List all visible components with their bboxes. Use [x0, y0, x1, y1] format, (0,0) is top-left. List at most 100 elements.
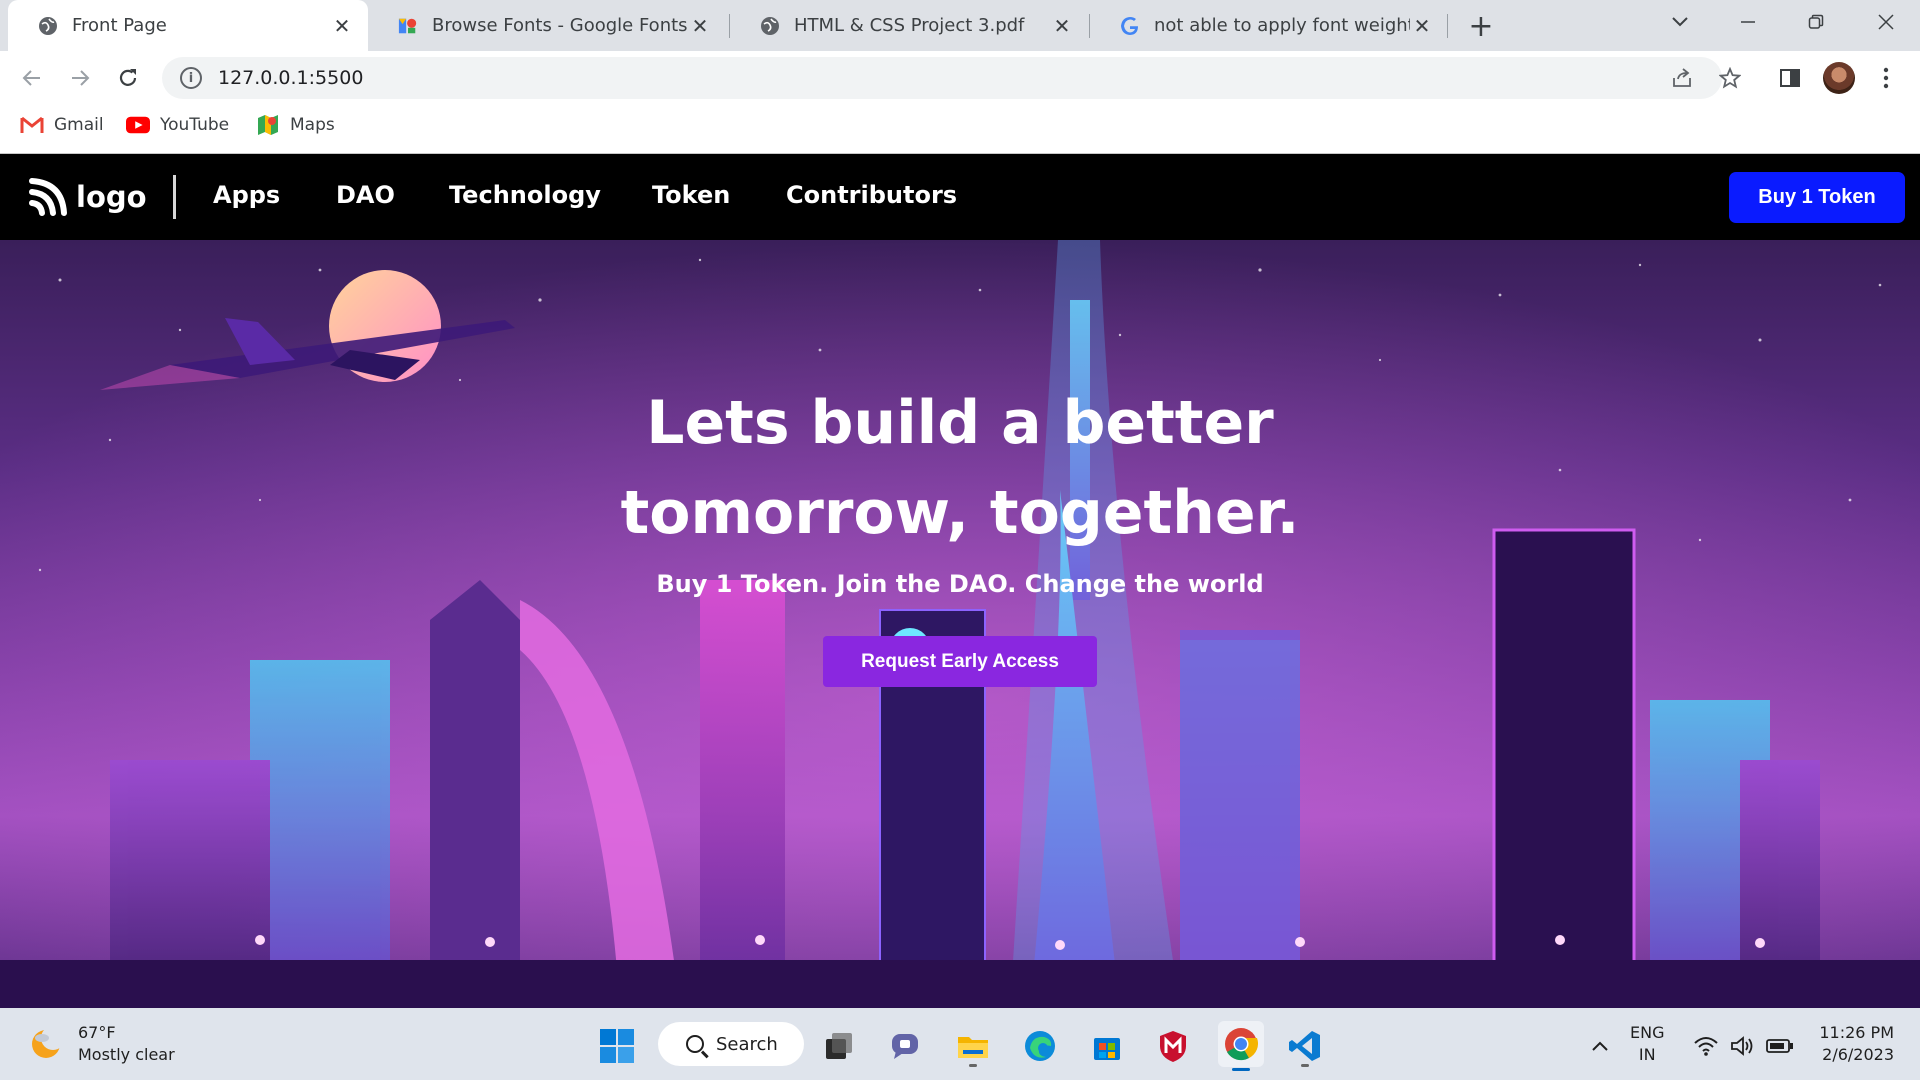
hero-subtitle: Buy 1 Token. Join the DAO. Change the wo…	[656, 570, 1264, 598]
hero-title-line2: tomorrow, together.	[620, 478, 1300, 548]
weather-description: Mostly clear	[78, 1045, 175, 1064]
profile-avatar[interactable]	[1823, 62, 1855, 94]
tab-separator	[1447, 14, 1448, 38]
nav-link-apps[interactable]: Apps	[213, 181, 280, 209]
arrow-right-icon	[72, 70, 90, 86]
language-indicator[interactable]: ENG IN	[1630, 1022, 1664, 1066]
url-text[interactable]: 127.0.0.1:5500	[218, 67, 363, 89]
reload-icon	[119, 69, 137, 86]
nav-divider	[173, 175, 176, 219]
bookmark-youtube[interactable]: YouTube	[126, 112, 229, 138]
wifi-icon	[1694, 1037, 1718, 1056]
tab-title: Browse Fonts - Google Fonts	[432, 15, 688, 36]
store-button[interactable]	[1087, 1026, 1127, 1066]
chrome-button[interactable]	[1218, 1021, 1264, 1071]
tab-google-fonts[interactable]: Browse Fonts - Google Fonts ✕	[368, 0, 726, 51]
chevron-up-icon	[1592, 1041, 1608, 1051]
minimize-icon	[1741, 21, 1755, 23]
bookmark-label: YouTube	[160, 115, 230, 135]
site-navbar: logo Apps DAO Technology Token Contribut…	[0, 154, 1920, 240]
logo-rss-icon	[29, 178, 67, 216]
close-icon[interactable]: ✕	[1050, 14, 1074, 38]
clock[interactable]: 11:26 PM 2/6/2023	[1812, 1022, 1894, 1066]
side-panel-icon	[1780, 69, 1800, 87]
moon-weather-icon	[32, 1026, 64, 1058]
os-taskbar: 67°F Mostly clear Search ENG IN 11:26 PM…	[0, 1008, 1920, 1080]
teams-chat-button[interactable]	[886, 1026, 926, 1066]
taskbar-search[interactable]: Search	[658, 1022, 804, 1066]
mcafee-button[interactable]	[1153, 1026, 1193, 1066]
weather-temperature: 67°F	[78, 1023, 116, 1042]
mcafee-shield-icon	[1160, 1031, 1186, 1062]
tab-project-pdf[interactable]: HTML & CSS Project 3.pdf ✕	[730, 0, 1088, 51]
logo-text: logo	[76, 180, 147, 214]
reload-button[interactable]	[110, 60, 146, 96]
wifi-status[interactable]	[1686, 1026, 1726, 1066]
more-vert-icon	[1883, 67, 1889, 89]
nav-link-contributors[interactable]: Contributors	[786, 181, 957, 209]
gmail-icon	[20, 115, 44, 135]
hero-title-line1: Lets build a better	[646, 388, 1274, 458]
minimize-button[interactable]	[1718, 0, 1778, 44]
bookmark-star-button[interactable]	[1712, 60, 1748, 96]
search-icon	[686, 1035, 704, 1053]
nav-link-technology[interactable]: Technology	[449, 181, 601, 209]
bookmark-label: Gmail	[54, 115, 104, 135]
close-icon[interactable]: ✕	[330, 14, 354, 38]
site-logo[interactable]: logo	[28, 176, 147, 218]
google-fonts-icon	[398, 16, 418, 36]
clock-date: 2/6/2023	[1822, 1045, 1894, 1064]
side-panel-button[interactable]	[1772, 60, 1808, 96]
restore-button[interactable]	[1786, 0, 1846, 44]
request-access-button[interactable]: Request Early Access	[823, 636, 1097, 687]
edge-button[interactable]	[1020, 1026, 1060, 1066]
show-hidden-icons-button[interactable]	[1580, 1026, 1620, 1066]
close-icon	[1878, 14, 1894, 30]
file-explorer-button[interactable]	[953, 1026, 993, 1067]
share-button[interactable]	[1664, 60, 1700, 96]
nav-link-dao[interactable]: DAO	[336, 181, 395, 209]
tab-title: Front Page	[72, 15, 167, 36]
start-button[interactable]	[597, 1026, 637, 1066]
battery-status[interactable]	[1760, 1026, 1800, 1066]
buy-token-button[interactable]: Buy 1 Token	[1729, 172, 1905, 223]
bookmark-gmail[interactable]: Gmail	[20, 112, 104, 138]
restore-icon	[1808, 14, 1824, 29]
tab-title: not able to apply font weight in c	[1154, 15, 1410, 36]
tab-stackoverflow-search[interactable]: not able to apply font weight in c ✕	[1090, 0, 1448, 51]
back-button[interactable]	[14, 60, 50, 96]
hero-section: Lets build a better tomorrow, together. …	[0, 240, 1920, 1008]
info-icon[interactable]: i	[180, 67, 202, 89]
taskbar-search-label: Search	[716, 1033, 778, 1055]
language-region: IN	[1638, 1045, 1656, 1064]
new-tab-button[interactable]: +	[1464, 9, 1498, 44]
close-icon[interactable]: ✕	[688, 14, 712, 38]
star-icon	[1719, 67, 1741, 89]
chat-icon	[892, 1034, 918, 1059]
volume-status[interactable]	[1722, 1026, 1762, 1066]
tab-search-button[interactable]	[1650, 0, 1710, 44]
task-view-button[interactable]	[819, 1026, 859, 1066]
close-icon[interactable]: ✕	[1410, 14, 1434, 38]
vscode-button[interactable]	[1285, 1026, 1325, 1067]
globe-icon	[760, 16, 780, 36]
arrow-left-icon	[22, 70, 40, 86]
close-window-button[interactable]	[1856, 0, 1916, 44]
forward-button[interactable]	[62, 60, 98, 96]
weather-widget[interactable]: 67°F Mostly clear	[28, 1022, 175, 1066]
language-code: ENG	[1630, 1023, 1665, 1042]
chrome-icon	[1225, 1028, 1258, 1061]
task-view-icon	[826, 1033, 852, 1059]
tab-front-page[interactable]: Front Page ✕	[8, 0, 368, 51]
menu-button[interactable]	[1868, 60, 1904, 96]
google-icon	[1120, 16, 1140, 36]
battery-icon	[1766, 1039, 1793, 1053]
bookmark-label: Maps	[290, 115, 335, 135]
bookmark-maps[interactable]: Maps	[256, 112, 335, 138]
nav-link-token[interactable]: Token	[652, 181, 730, 209]
maps-icon	[256, 115, 280, 135]
address-bar[interactable]: i 127.0.0.1:5500	[162, 57, 1722, 99]
running-indicator	[969, 1064, 977, 1067]
globe-icon	[38, 16, 58, 36]
folder-icon	[958, 1037, 988, 1058]
